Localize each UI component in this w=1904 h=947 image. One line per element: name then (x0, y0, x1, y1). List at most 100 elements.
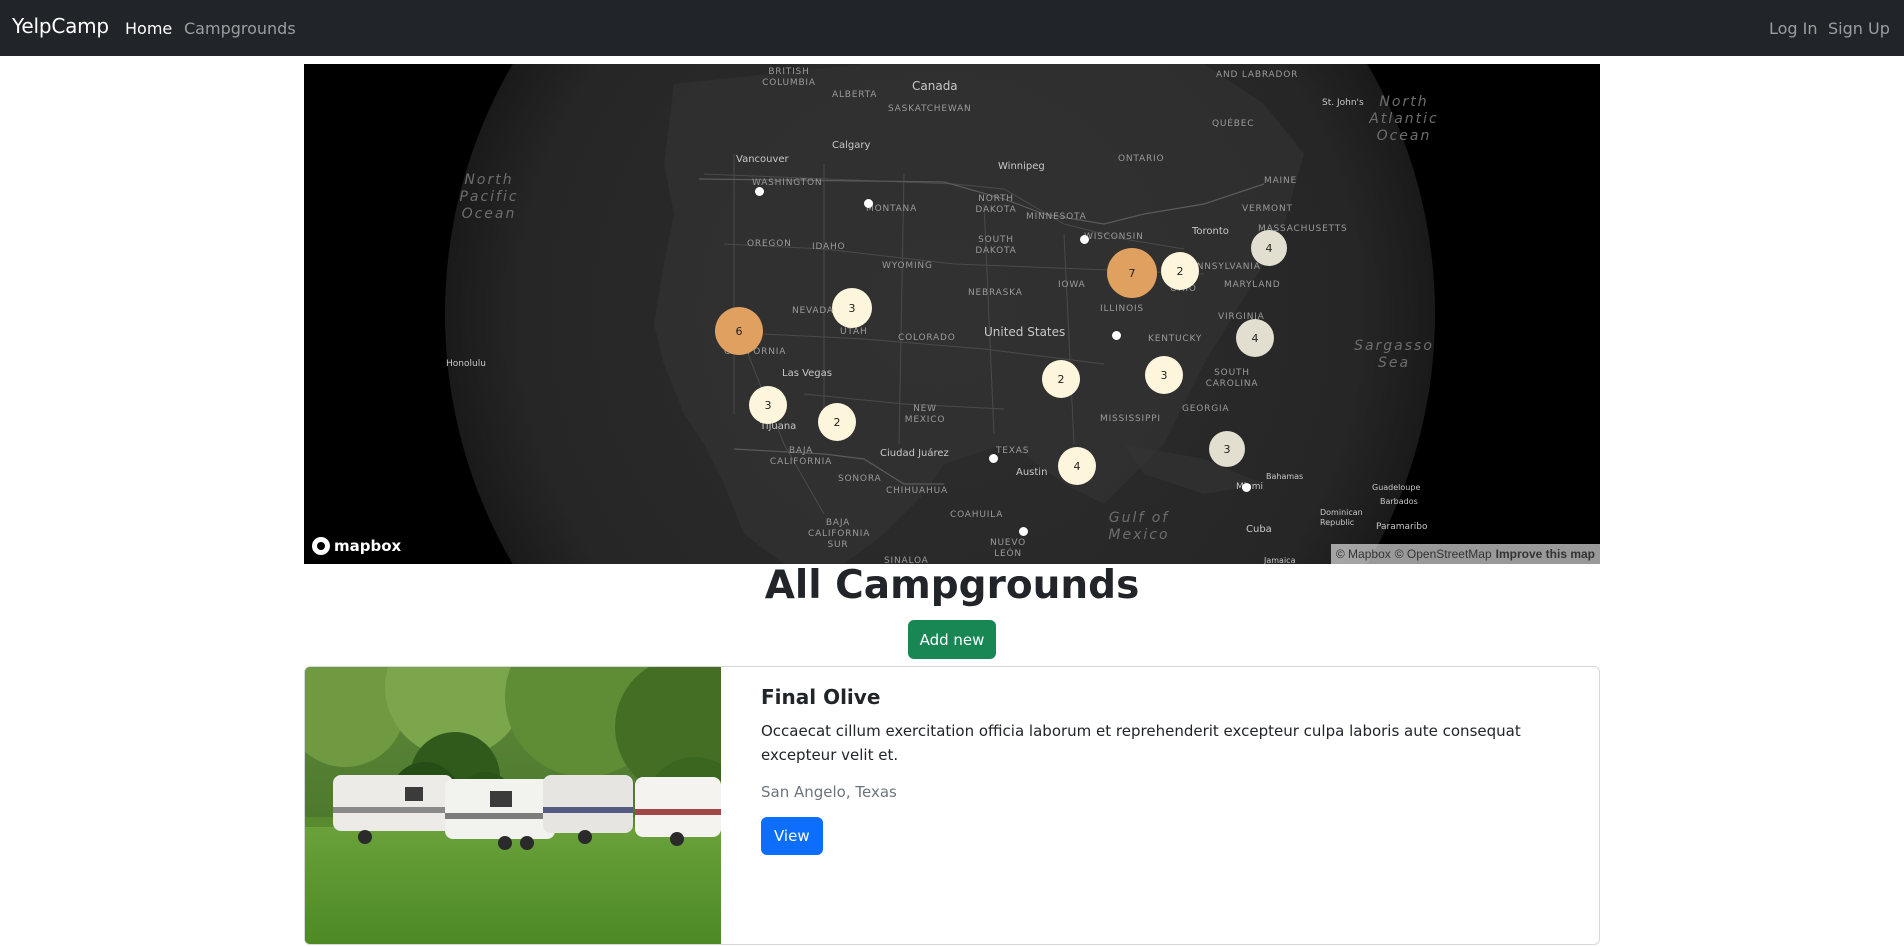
map-cluster-count: 3 (1223, 442, 1231, 456)
map-label-kentucky: KENTUCKY (1148, 334, 1203, 344)
map-ocean-gulf-of-mexico: Gulf of Mexico (1108, 510, 1170, 543)
map-point[interactable] (1112, 331, 1121, 340)
map-point[interactable] (1242, 483, 1251, 492)
brand-link[interactable]: YelpCamp (12, 14, 109, 38)
map-label-paramaribo: Paramaribo (1376, 522, 1428, 532)
map-label-south-carolina: SOUTH CAROLINA (1205, 368, 1259, 389)
map-label-coahuila: COAHUILA (950, 510, 1004, 520)
map-point[interactable] (755, 187, 764, 196)
map-ocean-north-atlantic: North Atlantic Ocean (1369, 94, 1439, 144)
campground-image (305, 667, 721, 944)
map-cluster[interactable]: 2 (1042, 360, 1080, 398)
cluster-map[interactable]: Canada United States ALBERTA SASKATCHEWA… (304, 64, 1600, 564)
map-label-canada: Canada (912, 79, 958, 93)
map-label-maine: MAINE (1264, 176, 1297, 186)
map-point[interactable] (1019, 527, 1028, 536)
map-label-saskatchewan: SASKATCHEWAN (888, 104, 972, 114)
map-cluster-count: 2 (1057, 372, 1065, 386)
map-label-wisconsin: WISCONSIN (1084, 232, 1144, 242)
map-city-vancouver: Vancouver (736, 154, 789, 165)
nav-login-link[interactable]: Log In (1769, 19, 1818, 38)
map-cluster[interactable]: 3 (832, 288, 872, 328)
map-cluster-count: 4 (1265, 241, 1273, 255)
map-cluster-count: 4 (1251, 331, 1259, 345)
map-city-ciudad-juarez: Ciudad Juárez (880, 448, 949, 459)
map-city-winnipeg: Winnipeg (998, 161, 1045, 172)
map-point[interactable] (864, 199, 873, 208)
map-label-barbados: Barbados (1380, 497, 1418, 506)
map-label-chihuahua: CHIHUAHUA (886, 486, 948, 496)
map-label-dominican-republic: Dominican Republic (1320, 508, 1363, 527)
mapbox-icon (312, 537, 330, 555)
map-city-austin: Austin (1016, 467, 1048, 478)
map-cluster-count: 2 (1176, 264, 1184, 278)
map-label-nuevo-leon: NUEVO LEÓN (989, 538, 1027, 559)
map-point[interactable] (989, 454, 998, 463)
map-label-texas: TEXAS (996, 446, 1030, 456)
improve-map-link[interactable]: Improve this map (1496, 547, 1595, 561)
campground-card-body: Final Olive Occaecat cillum exercitation… (761, 683, 1571, 855)
map-label-oregon: OREGON (747, 239, 792, 249)
nav-campgrounds-link[interactable]: Campgrounds (184, 19, 296, 38)
map-cluster-count: 2 (833, 415, 841, 429)
attribution-osm-link[interactable]: © OpenStreetMap (1395, 547, 1492, 561)
map-label-new-mexico: NEW MEXICO (904, 404, 946, 425)
map-cluster[interactable]: 2 (1161, 252, 1199, 290)
map-cluster-count: 7 (1128, 266, 1136, 280)
campground-title: Final Olive (761, 685, 881, 709)
map-label-bahamas: Bahamas (1266, 472, 1304, 481)
map-label-labrador: AND LABRADOR (1216, 70, 1299, 80)
map-label-british-columbia: BRITISH COLUMBIA (762, 67, 816, 88)
map-label-baja-california: BAJA CALIFORNIA (769, 446, 833, 467)
map-label-vermont: VERMONT (1242, 204, 1293, 214)
nav-signup-link[interactable]: Sign Up (1828, 19, 1890, 38)
map-cluster[interactable]: 2 (818, 403, 856, 441)
map-label-georgia: GEORGIA (1182, 404, 1230, 414)
map-cluster[interactable]: 3 (1209, 431, 1245, 467)
map-label-minnesota: MINNESOTA (1026, 212, 1087, 222)
add-new-button[interactable]: Add new (908, 620, 996, 659)
map-label-guadeloupe: Guadeloupe (1372, 483, 1421, 492)
attribution-mapbox-link[interactable]: © Mapbox (1336, 547, 1391, 561)
map-label-colorado: COLORADO (898, 333, 956, 343)
map-cluster[interactable]: 7 (1107, 248, 1157, 298)
map-ocean-north-pacific: North Pacific Ocean (459, 172, 519, 222)
map-cluster[interactable]: 4 (1236, 319, 1274, 357)
view-campground-button[interactable]: View (761, 817, 823, 855)
nav-home-link[interactable]: Home (125, 19, 172, 38)
map-label-montana: MONTANA (866, 204, 918, 214)
map-cluster[interactable]: 6 (715, 307, 763, 355)
map-label-alberta: ALBERTA (832, 90, 878, 100)
mapbox-logo-text: mapbox (334, 537, 402, 555)
map-cluster[interactable]: 3 (749, 386, 787, 424)
map-label-nebraska: NEBRASKA (968, 288, 1023, 298)
map-label-maryland: MARYLAND (1224, 280, 1281, 290)
map-label-mississippi: MISSISSIPPI (1100, 414, 1161, 424)
map-attribution: © Mapbox © OpenStreetMap Improve this ma… (1330, 544, 1600, 564)
map-label-utah: UTAH (840, 327, 868, 337)
map-point[interactable] (1080, 235, 1089, 244)
map-cluster-count: 4 (1073, 459, 1081, 473)
map-cluster[interactable]: 4 (1251, 230, 1287, 266)
map-label-quebec: QUÉBEC (1212, 119, 1255, 129)
map-label-north-dakota: NORTH DAKOTA (975, 194, 1017, 215)
map-city-st-johns: St. John's (1322, 98, 1364, 108)
map-cluster-count: 3 (1160, 368, 1168, 382)
map-label-cuba: Cuba (1246, 524, 1272, 535)
map-label-united-states: United States (984, 325, 1066, 339)
map-cluster[interactable]: 4 (1058, 447, 1096, 485)
mapbox-logo[interactable]: mapbox (312, 537, 401, 555)
map-label-washington: WASHINGTON (752, 178, 823, 188)
map-city-honolulu: Honolulu (446, 359, 486, 369)
map-label-south-dakota: SOUTH DAKOTA (975, 235, 1017, 256)
map-cluster-count: 6 (735, 324, 743, 338)
page-title: All Campgrounds (764, 563, 1140, 608)
campground-location: San Angelo, Texas (761, 783, 897, 801)
map-label-iowa: IOWA (1058, 280, 1086, 290)
map-cluster-count: 3 (848, 301, 856, 315)
map-city-las-vegas: Las Vegas (782, 368, 832, 379)
map-ocean-sargasso-sea: Sargasso Sea (1354, 338, 1434, 371)
map-label-ontario: ONTARIO (1118, 154, 1165, 164)
map-cluster[interactable]: 3 (1145, 356, 1183, 394)
map-cluster-count: 3 (764, 398, 772, 412)
